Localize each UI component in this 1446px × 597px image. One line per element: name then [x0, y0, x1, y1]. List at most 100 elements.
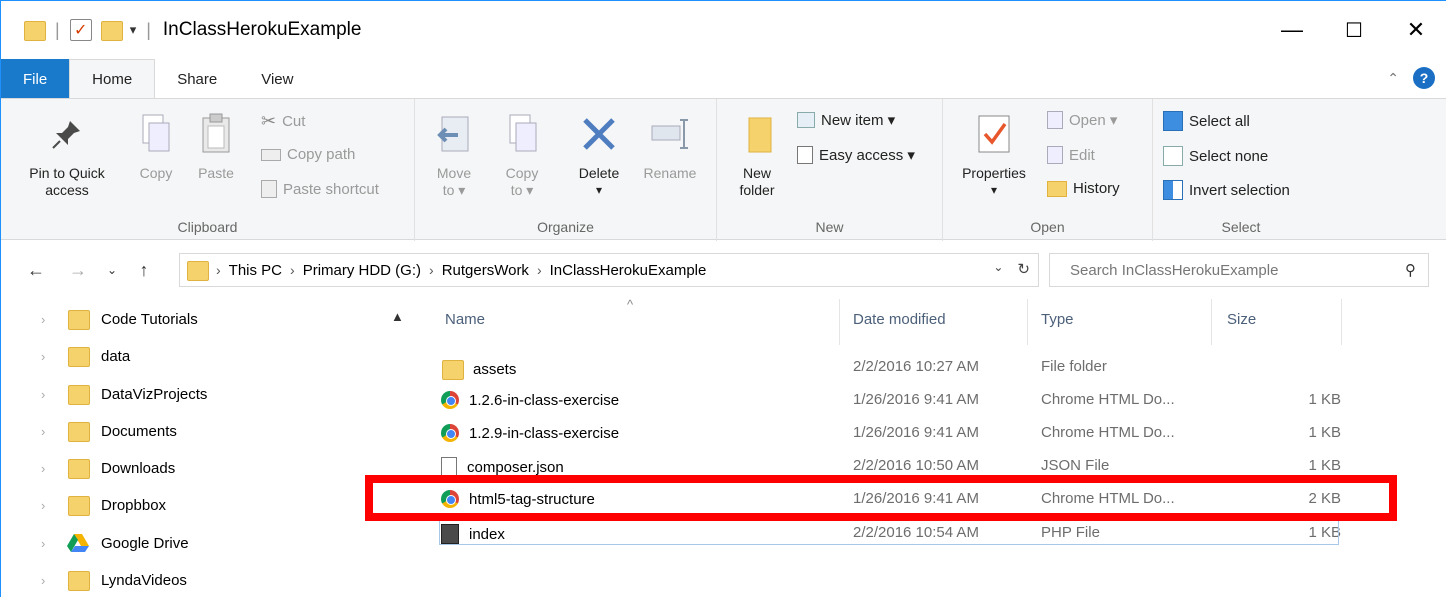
new-item-button[interactable]: New item ▾	[797, 111, 895, 129]
tab-share[interactable]: Share	[155, 59, 239, 99]
breadcrumb-chevron-icon[interactable]: ›	[429, 262, 434, 278]
expand-chevron-icon[interactable]: ›	[41, 424, 55, 439]
ribbon-controls: ⌃ ?	[1387, 67, 1435, 89]
breadcrumb-inclassherokuexample[interactable]: InClassHerokuExample	[550, 262, 707, 279]
address-bar[interactable]: › This PC › Primary HDD (G:) › RutgersWo…	[179, 253, 1039, 287]
properties-button[interactable]: Properties ▾	[953, 109, 1035, 199]
title-bar: | ✓ ▾ | InClassHerokuExample — ☐ ✕	[1, 1, 1446, 59]
copy-to-button[interactable]: Copy to ▾	[497, 109, 547, 199]
refresh-icon[interactable]: ↻	[1017, 260, 1030, 278]
select-none-button[interactable]: Select none	[1163, 146, 1268, 166]
pin-label-line2: access	[45, 182, 89, 198]
folder-icon	[67, 345, 90, 367]
expand-chevron-icon[interactable]: ›	[41, 312, 55, 327]
move-to-button[interactable]: Move to ▾	[429, 109, 479, 199]
delete-button[interactable]: Delete ▾	[569, 109, 629, 199]
column-divider[interactable]	[1211, 299, 1212, 345]
maximize-button[interactable]: ☐	[1323, 1, 1385, 59]
open-button[interactable]: Open ▾	[1047, 111, 1117, 129]
file-date: 2/2/2016 10:50 AM	[853, 457, 979, 474]
column-divider[interactable]	[1341, 299, 1342, 345]
column-header-name[interactable]: Name	[445, 311, 485, 328]
expand-chevron-icon[interactable]: ›	[41, 387, 55, 402]
search-box[interactable]: Search InClassHerokuExample ⚲	[1049, 253, 1429, 287]
search-icon[interactable]: ⚲	[1405, 261, 1416, 279]
collapse-ribbon-icon[interactable]: ⌃	[1387, 70, 1399, 87]
properties-check-icon[interactable]: ✓	[69, 19, 92, 41]
history-button[interactable]: History	[1047, 180, 1120, 197]
breadcrumb-rutgerswork[interactable]: RutgersWork	[442, 262, 529, 279]
forward-arrow-icon[interactable]: →	[65, 260, 91, 281]
copy-path-button[interactable]: Copy path	[261, 146, 355, 163]
copy-button[interactable]: Copy	[131, 109, 181, 182]
breadcrumb-this-pc[interactable]: This PC	[229, 262, 282, 279]
nav-item-datavizprojects[interactable]: › DataVizProjects	[41, 376, 207, 412]
file-row[interactable]: 1.2.6-in-class-exercise 1/26/2016 9:41 A…	[441, 384, 1341, 417]
organize-group: Move to ▾ Copy to ▾ Delete ▾ Rename Orga…	[415, 99, 717, 241]
file-row[interactable]: 1.2.9-in-class-exercise 1/26/2016 9:41 A…	[441, 417, 1341, 450]
new-item-label: New item ▾	[821, 112, 896, 129]
delete-dropdown-icon[interactable]: ▾	[596, 182, 602, 199]
nav-item-code-tutorials[interactable]: › Code Tutorials	[41, 301, 198, 337]
explorer-window: | ✓ ▾ | InClassHerokuExample — ☐ ✕ File …	[0, 0, 1446, 597]
rename-button[interactable]: Rename	[637, 109, 703, 182]
pin-to-quick-access-button[interactable]: Pin to Quick access	[17, 109, 117, 199]
history-icon	[1047, 180, 1067, 197]
expand-chevron-icon[interactable]: ›	[41, 349, 55, 364]
customize-toolbar-dropdown-icon[interactable]: ▾	[130, 22, 137, 38]
expand-chevron-icon[interactable]: ›	[41, 461, 55, 476]
address-history-dropdown-icon[interactable]: ⌄	[993, 260, 1003, 278]
nav-item-downloads[interactable]: › Downloads	[41, 450, 175, 486]
expand-chevron-icon[interactable]: ›	[41, 536, 55, 551]
nav-item-data[interactable]: › data	[41, 338, 130, 374]
pin-icon	[46, 109, 88, 159]
rename-label: Rename	[643, 165, 697, 181]
column-header-size[interactable]: Size	[1227, 311, 1256, 328]
select-all-button[interactable]: Select all	[1163, 111, 1250, 131]
new-folder-button[interactable]: New folder	[725, 109, 789, 199]
up-arrow-icon[interactable]: ↑	[131, 260, 157, 281]
breadcrumb-chevron-icon[interactable]: ›	[537, 262, 542, 278]
paste-button[interactable]: Paste	[191, 109, 241, 182]
recent-locations-chevron-icon[interactable]: ⌄	[99, 263, 125, 277]
move-to-label-line1: Move	[436, 165, 472, 181]
column-header-date-modified[interactable]: Date modified	[853, 311, 946, 328]
back-arrow-icon[interactable]: ←	[23, 260, 49, 281]
tab-view[interactable]: View	[239, 59, 315, 99]
folder-icon[interactable]	[23, 19, 46, 41]
cut-button[interactable]: ✂ Cut	[261, 111, 305, 132]
nav-item-documents[interactable]: › Documents	[41, 413, 177, 449]
folder-icon	[67, 383, 90, 405]
select-all-icon	[1163, 111, 1183, 131]
new-item-icon	[797, 112, 815, 128]
nav-item-dropbbox[interactable]: › Dropbbox	[41, 487, 166, 523]
expand-chevron-icon[interactable]: ›	[41, 498, 55, 513]
window-controls: — ☐ ✕	[1261, 1, 1446, 59]
expand-chevron-icon[interactable]: ›	[41, 573, 55, 588]
help-icon[interactable]: ?	[1413, 67, 1435, 89]
column-divider[interactable]	[1027, 299, 1028, 345]
file-row[interactable]: assets 2/2/2016 10:27 AM File folder	[441, 351, 1341, 384]
edit-button[interactable]: Edit	[1047, 146, 1095, 164]
nav-item-google-drive[interactable]: › Google Drive	[41, 525, 189, 561]
delete-x-icon	[578, 109, 620, 159]
close-button[interactable]: ✕	[1385, 1, 1446, 59]
paste-shortcut-button[interactable]: Paste shortcut	[261, 180, 379, 198]
file-name-cell: 1.2.9-in-class-exercise	[441, 424, 619, 442]
nav-item-lyndavideos[interactable]: › LyndaVideos	[41, 562, 187, 597]
breadcrumb-primary-hdd[interactable]: Primary HDD (G:)	[303, 262, 421, 279]
tab-file[interactable]: File	[1, 59, 70, 99]
properties-dropdown-icon[interactable]: ▾	[991, 182, 997, 199]
row-focus-outline	[439, 521, 1339, 545]
tab-home[interactable]: Home	[69, 59, 156, 99]
new-folder-icon[interactable]	[100, 19, 123, 41]
column-divider[interactable]	[839, 299, 840, 345]
minimize-button[interactable]: —	[1261, 1, 1323, 59]
breadcrumb-chevron-icon[interactable]: ›	[290, 262, 295, 278]
easy-access-button[interactable]: Easy access ▾	[797, 146, 915, 164]
column-header-type[interactable]: Type	[1041, 311, 1074, 328]
breadcrumb-chevron-icon[interactable]: ›	[216, 262, 221, 278]
copy-label: Copy	[139, 165, 173, 181]
invert-selection-button[interactable]: Invert selection	[1163, 180, 1290, 200]
scroll-up-arrow-icon[interactable]: ▲	[391, 309, 404, 324]
